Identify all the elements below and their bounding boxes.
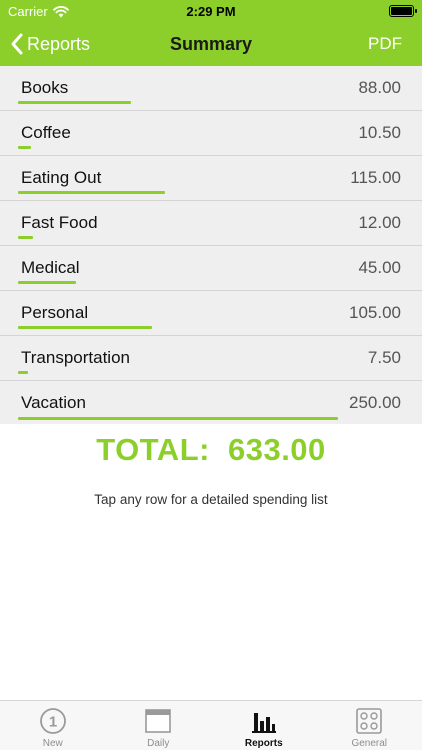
number-one-circle-icon: 1 [39,708,66,734]
category-row-personal[interactable]: Personal 105.00 [0,291,422,336]
tab-label: New [42,738,63,749]
tab-reports[interactable]: Reports [211,701,317,750]
category-amount: 88.00 [358,78,401,97]
category-row-transportation[interactable]: Transportation 7.50 [0,336,422,381]
category-label: Eating Out [21,168,102,187]
tab-label: Daily [147,738,170,749]
category-amount: 10.50 [358,123,401,142]
category-amount: 7.50 [367,348,401,367]
total-value: 633.00 [227,432,326,467]
category-label: Personal [21,303,89,322]
category-label: Medical [21,258,80,277]
category-amount: 45.00 [358,258,401,277]
category-amount: 12.00 [358,213,401,232]
tab-general[interactable]: General [317,701,422,750]
status-time: 2:29 PM [186,4,236,19]
category-amount-bar [18,371,28,374]
category-amount-bar [18,417,338,420]
status-bar: Carrier 2:29 PM [0,0,422,22]
bar-chart-icon [251,713,276,733]
category-amount-bar [18,326,152,329]
tab-daily[interactable]: Daily [106,701,212,750]
svg-text:1: 1 [49,714,57,731]
category-amount-bar [18,146,31,149]
category-row-books[interactable]: Books 88.00 [0,66,422,111]
tab-new[interactable]: 1 New [0,701,106,750]
tab-label: General [351,738,388,749]
category-label: Transportation [21,348,130,367]
category-label: Vacation [21,393,86,412]
battery-icon [389,5,417,17]
pdf-button[interactable]: PDF [368,22,402,66]
tab-label: Reports [244,738,283,749]
page-title: Summary [169,34,253,54]
category-amount: 105.00 [349,303,401,322]
category-row-medical[interactable]: Medical 45.00 [0,246,422,291]
category-label: Books [21,78,69,97]
total-label: TOTAL: [96,432,210,467]
nav-bar: Reports Summary PDF [0,22,422,66]
category-amount-bar [18,236,33,239]
category-amount-bar [18,191,165,194]
category-row-eating-out[interactable]: Eating Out 115.00 [0,156,422,201]
settings-grid-icon [356,708,383,734]
category-label: Coffee [21,123,71,142]
category-amount-bar [18,101,131,104]
category-row-coffee[interactable]: Coffee 10.50 [0,111,422,156]
hint-text: Tap any row for a detailed spending list [94,492,328,507]
calendar-page-icon [145,709,172,733]
header: Carrier 2:29 PM Reports Summary PDF [0,0,422,66]
category-amount-bar [18,281,76,284]
category-row-fast-food[interactable]: Fast Food 12.00 [0,201,422,246]
category-label: Fast Food [21,213,98,232]
category-row-vacation[interactable]: Vacation 250.00 [0,381,422,426]
tab-bar: 1 New Daily Reports General [0,700,422,750]
category-amount: 115.00 [350,168,401,187]
category-list: Books 88.00 Coffee 10.50 Eating Out 115.… [0,66,422,424]
total-summary: TOTAL: 633.00 [0,432,422,468]
category-amount: 250.00 [349,393,401,412]
